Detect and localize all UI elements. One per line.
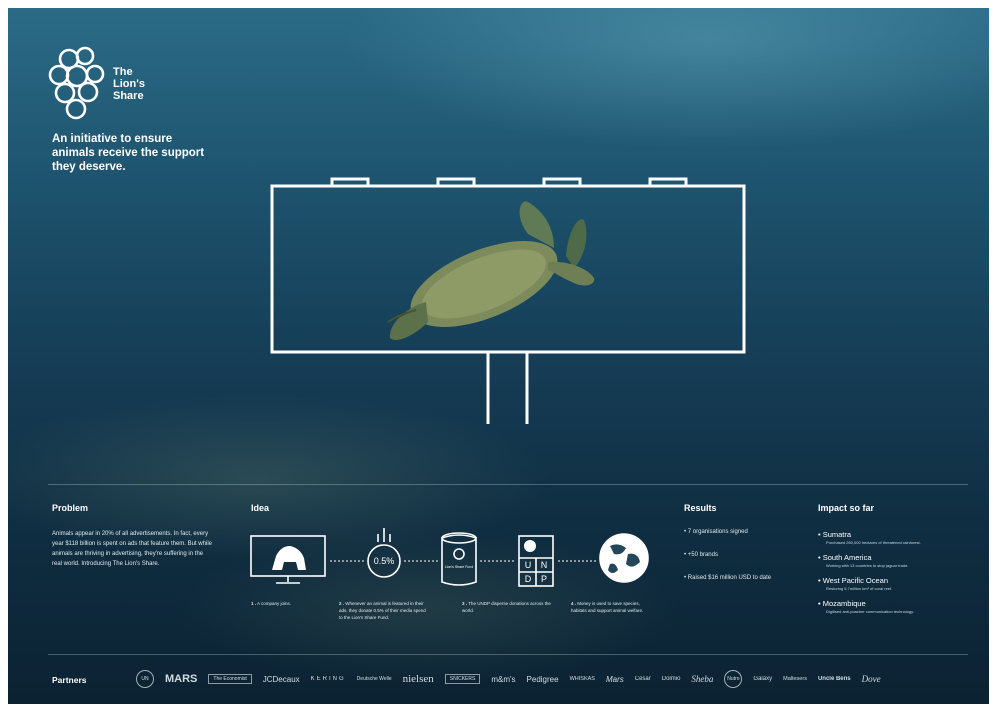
impact-desc: Restoring 5.7million km² of coral reef. (826, 586, 893, 591)
impact-desc: Purchased 260,000 hectares of threatened… (826, 540, 921, 545)
results-item: • +50 brands (684, 552, 718, 558)
impact-name: • South America (818, 553, 872, 562)
impact-name: • West Pacific Ocean (818, 576, 889, 585)
impact-name: • Sumatra (818, 530, 852, 539)
partner-logo-mars: MARS (165, 673, 198, 685)
partner-logo-whiskas: WHISKAS (569, 676, 595, 682)
lions-share-logo-icon (48, 46, 105, 120)
globe-icon (599, 533, 649, 583)
undp-letter-n: N (541, 560, 548, 570)
impact-list: • Sumatra Purchased 260,000 hectares of … (818, 530, 978, 622)
idea-flow-diagram: 0.5% Lion's Share Fund U N D P (250, 528, 649, 587)
results-item: • Raised $16 million USD to date (684, 575, 772, 581)
partner-logo-uncle-bens: Uncle Bens (817, 676, 851, 682)
problem-text: Animals appear in 20% of all advertiseme… (52, 531, 212, 567)
impact-item: • West Pacific Ocean Restoring 5.7millio… (818, 576, 978, 592)
idea-step-3: 3 . The UNDP disperse donations across t… (462, 601, 551, 613)
section-divider (48, 484, 968, 485)
impact-desc: Working with 13 countries to stop jaguar… (826, 563, 909, 568)
partner-logo-snickers: SNICKERS (444, 674, 481, 684)
idea-step-2: 2 . Whenever an animal is featured in th… (339, 601, 426, 620)
idea-step-1: 1 . A company joins. (251, 601, 292, 606)
results-item: • 7 organisations signed (684, 529, 748, 535)
partner-logo-kering: KERING (310, 676, 346, 682)
partner-logo-maltesers: Maltesers (783, 676, 807, 682)
partner-logo-galaxy: Galaxy (753, 676, 773, 682)
idea-step-4: 4 . Money is used to save species, habit… (571, 601, 644, 613)
undp-letter-d: D (525, 574, 532, 584)
partner-logo-pedigree: Pedigree (526, 674, 559, 684)
impact-desc: Digitised anti-poacher communication tec… (826, 609, 914, 614)
partners-logo-row: UN MARS The Economist JCDecaux KERING De… (136, 668, 956, 690)
partner-logo-economist: The Economist (208, 674, 252, 684)
problem-title: Problem (52, 503, 89, 513)
partner-logo-mars-script: Mars (605, 674, 624, 684)
partner-logo-jcdecaux: JCDecaux (262, 674, 300, 684)
partners-label: Partners (52, 675, 87, 685)
results-title: Results (684, 503, 717, 513)
brand-name: The Lion's Share (113, 66, 145, 102)
partner-logo-dolmio: Dolmio (661, 676, 681, 682)
results-list: • 7 organisations signed • +50 brands • … (684, 528, 814, 597)
partner-logo-un: UN (136, 670, 154, 688)
impact-item: • Sumatra Purchased 260,000 hectares of … (818, 530, 978, 546)
partner-logo-dw: Deutsche Welle (356, 676, 392, 682)
partner-logo-nielsen: nielsen (402, 673, 434, 685)
percent-text: 0.5% (374, 556, 395, 566)
impact-title: Impact so far (818, 503, 875, 513)
billboard-graphic (270, 177, 746, 424)
partner-logo-cesar: Cesar (634, 676, 651, 682)
impact-item: • Mozambique Digitised anti-poacher comm… (818, 599, 978, 615)
tagline: An initiative to ensure animals receive … (52, 133, 205, 173)
impact-item: • South America Working with 13 countrie… (818, 553, 978, 569)
gorilla-icon (272, 546, 306, 570)
undp-letter-p: P (541, 574, 547, 584)
poster: The Lion's Share An initiative to ensure… (8, 8, 989, 704)
sea-turtle-icon (387, 201, 595, 341)
impact-name: • Mozambique (818, 599, 866, 608)
partner-logo-dove: Dove (861, 674, 881, 684)
partner-logo-nutro: Nutro (724, 670, 743, 688)
footer-divider (48, 654, 968, 655)
partner-logo-mms: m&m's (491, 674, 516, 684)
partner-logo-sheba: Sheba (691, 674, 714, 684)
idea-title: Idea (251, 503, 270, 513)
undp-letter-u: U (525, 560, 532, 570)
fund-label: Lion's Share Fund (445, 565, 473, 569)
